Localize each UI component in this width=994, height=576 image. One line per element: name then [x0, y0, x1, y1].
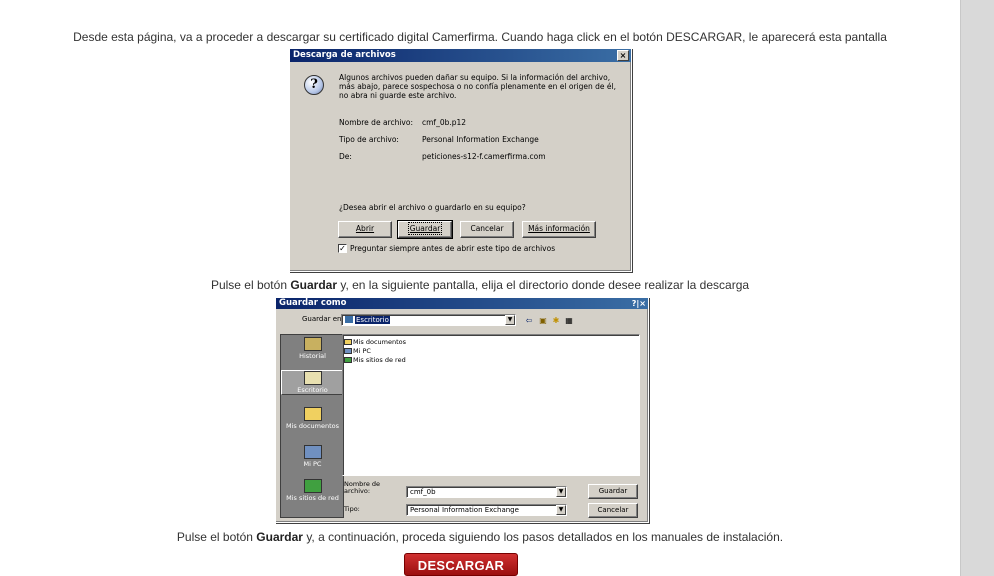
filetype-value: Personal Information Exchange — [422, 135, 539, 144]
filename-value: cmf_0b.p12 — [422, 118, 467, 127]
network-icon — [303, 479, 322, 493]
places-bar: Historial Escritorio Mis documentos Mi P… — [280, 334, 344, 518]
up-folder-icon[interactable]: ▣ — [538, 316, 548, 325]
more-info-button[interactable]: Más información — [522, 221, 596, 238]
save-emphasis: Guardar — [256, 530, 303, 544]
intro-text: Desde esta página, va a proceder a desca… — [73, 30, 887, 44]
back-icon[interactable]: ⇦ — [524, 316, 534, 325]
chevron-down-icon[interactable]: ▼ — [556, 487, 566, 497]
download-dialog: Descarga de archivos × ? Algunos archivo… — [289, 48, 632, 272]
new-folder-icon[interactable]: ✱ — [551, 316, 561, 325]
type-dropdown[interactable]: Personal Information Exchange ▼ — [406, 504, 567, 516]
filetype-label: Tipo de archivo: — [339, 135, 399, 144]
from-label: De: — [339, 152, 352, 161]
chevron-down-icon[interactable]: ▼ — [556, 505, 566, 515]
type-label: Tipo: — [344, 505, 360, 513]
file-item[interactable]: Mis documentos — [344, 338, 406, 346]
filename-label: Nombre de archivo: — [339, 118, 413, 127]
page-content: Desde esta página, va a proceder a desca… — [0, 0, 960, 576]
right-sidebar — [960, 0, 994, 576]
save-button[interactable]: Guardar — [397, 220, 453, 239]
documents-icon — [303, 407, 322, 421]
file-item[interactable]: Mis sitios de red — [344, 356, 406, 364]
open-button[interactable]: Abrir — [338, 221, 392, 238]
desktop-icon — [303, 371, 322, 385]
download-button[interactable]: DESCARGAR — [404, 553, 518, 576]
download-warning-text: Algunos archivos pueden dañar su equipo.… — [339, 73, 616, 100]
computer-icon — [344, 348, 352, 354]
save-in-dropdown[interactable]: Escritorio ▼ — [341, 314, 516, 326]
download-question: ¿Desea abrir el archivo o guardarlo en s… — [339, 203, 526, 212]
desktop-icon — [345, 316, 353, 323]
place-mi-pc[interactable]: Mi PC — [281, 445, 344, 468]
toolbar: ⇦ ▣ ✱ ▦ — [524, 316, 594, 326]
cancel-button[interactable]: Cancelar — [460, 221, 514, 238]
question-icon: ? — [304, 75, 324, 95]
from-value: peticiones-s12-f.camerfirma.com — [422, 152, 546, 161]
save-as-titlebar: Guardar como ?|× — [276, 298, 648, 309]
save-as-dialog: Guardar como ?|× Guardar en: Escritorio … — [275, 297, 649, 523]
save-in-label: Guardar en: — [302, 315, 344, 323]
folder-icon — [344, 339, 352, 345]
filename-label: Nombre de archivo: — [344, 480, 381, 495]
network-icon — [344, 357, 352, 363]
save-as-cancel-button[interactable]: Cancelar — [588, 503, 638, 518]
download-dialog-title: Descarga de archivos — [293, 50, 396, 60]
place-escritorio[interactable]: Escritorio — [281, 370, 344, 395]
step3-text: Pulse el botón Guardar y, a continuación… — [176, 530, 784, 544]
filename-input[interactable]: cmf_0b ▼ — [406, 486, 567, 498]
place-mis-sitios-de-red[interactable]: Mis sitios de red — [281, 479, 344, 502]
save-emphasis: Guardar — [290, 278, 338, 292]
always-ask-label: Preguntar siempre antes de abrir este ti… — [350, 244, 556, 253]
save-as-title: Guardar como — [279, 298, 347, 308]
history-icon — [303, 337, 322, 351]
save-as-save-button[interactable]: Guardar — [588, 484, 638, 499]
computer-icon — [303, 445, 322, 459]
view-menu-icon[interactable]: ▦ — [564, 316, 574, 325]
download-dialog-titlebar: Descarga de archivos × — [290, 49, 631, 62]
step2-text: Pulse el botón Guardar y, en la siguient… — [210, 278, 750, 292]
place-mis-documentos[interactable]: Mis documentos — [281, 407, 344, 430]
file-item[interactable]: Mi PC — [344, 347, 371, 355]
chevron-down-icon[interactable]: ▼ — [505, 315, 515, 325]
always-ask-checkbox[interactable]: ✓ — [338, 244, 347, 253]
place-historial[interactable]: Historial — [281, 337, 344, 360]
close-icon[interactable]: × — [617, 50, 629, 61]
help-close-icon[interactable]: ?|× — [632, 299, 646, 308]
file-list[interactable]: Mis documentos Mi PC Mis sitios de red — [342, 334, 640, 476]
